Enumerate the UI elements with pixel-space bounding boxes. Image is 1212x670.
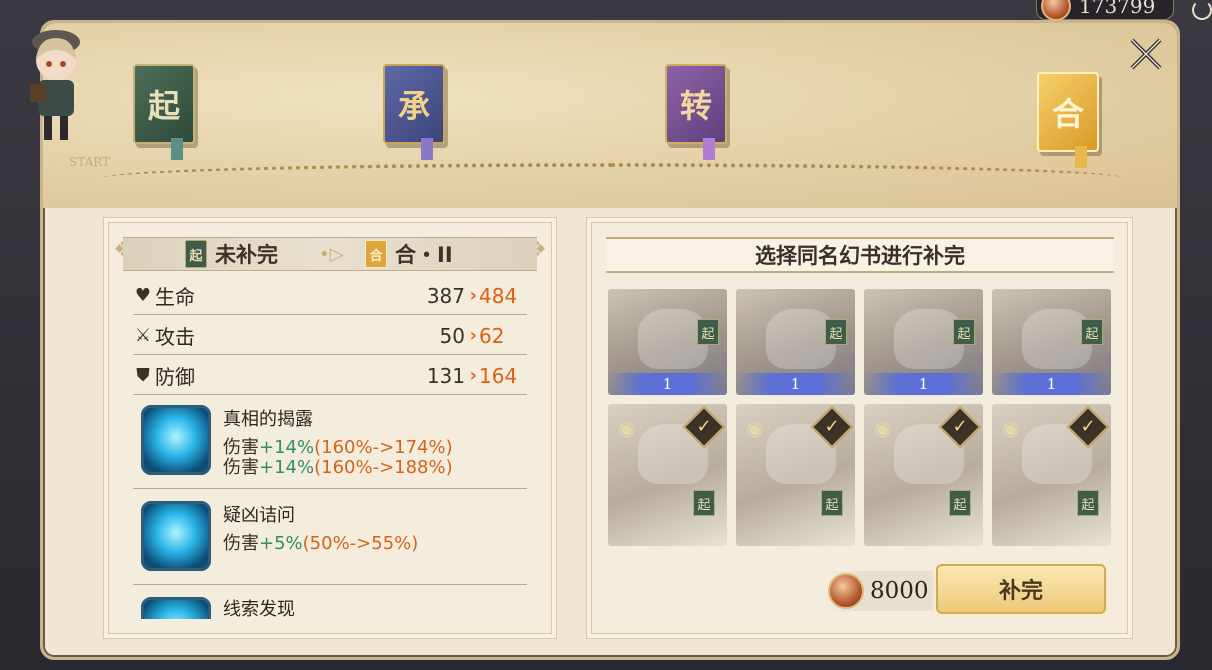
- arrow-right-icon: •▷: [319, 243, 344, 265]
- material-card-selected[interactable]: ◉ ✓ 起: [864, 404, 983, 546]
- card-stage-tag: 起: [821, 490, 843, 516]
- material-card-selected[interactable]: ◉ ✓ 起: [992, 404, 1111, 546]
- skill-row[interactable]: 真相的揭露 伤害+14%(160%->174%) 伤害+14%(160%->18…: [133, 397, 527, 489]
- material-card[interactable]: 起1: [992, 289, 1111, 395]
- stat-old-value: 50: [439, 323, 465, 348]
- chapter-map: START: [43, 23, 1177, 208]
- shield-icon: ⛊: [136, 365, 150, 386]
- chapter-book-qi[interactable]: 起: [133, 64, 195, 160]
- material-card[interactable]: 起1: [608, 289, 727, 395]
- card-stage-tag: 起: [693, 490, 715, 516]
- stat-new-value: 62: [479, 323, 505, 348]
- stage-badge: 起: [185, 240, 207, 268]
- skill-icon: [141, 405, 211, 475]
- current-stage-label: 未补完: [215, 243, 278, 267]
- card-stage-tag: 起: [1077, 490, 1099, 516]
- complete-button-label: 补完: [998, 579, 1043, 604]
- stat-label: 防御: [155, 365, 195, 389]
- card-stage-tag: 起: [953, 319, 975, 345]
- panel-title-text: 选择同名幻书进行补完: [755, 244, 965, 268]
- bookmark-tab: [703, 138, 715, 160]
- cost-amount: 8000: [870, 578, 929, 604]
- skill-icon: [141, 597, 211, 619]
- skill-row[interactable]: 疑凶诘问 伤害+5%(50%->55%): [133, 489, 527, 585]
- stage-badge: 合: [365, 240, 387, 268]
- stat-label: 攻击: [155, 325, 195, 349]
- stat-row-hp: ♥ 生命 387 › 484: [133, 277, 527, 315]
- material-card[interactable]: 起1: [736, 289, 855, 395]
- effect-detail: (50%->55%): [302, 533, 419, 554]
- card-level: 1: [864, 373, 983, 395]
- skill-row[interactable]: 线索发现: [133, 585, 527, 619]
- next-stage-label: 合・II: [395, 243, 453, 267]
- chevron-right-icon: ›: [469, 285, 477, 306]
- stat-new-value: 484: [479, 283, 518, 308]
- stat-label: 生命: [155, 285, 195, 309]
- chapter-label: 起: [147, 87, 180, 125]
- chapter-book-he[interactable]: 合: [1037, 72, 1099, 168]
- map-start-label: START: [69, 155, 111, 169]
- coin-icon: [1041, 0, 1071, 21]
- eye-icon: ◉: [1002, 416, 1020, 440]
- card-level: 1: [608, 373, 727, 395]
- material-card-selected[interactable]: ◉ ✓ 起: [608, 404, 727, 546]
- chapter-book-cheng[interactable]: 承: [383, 64, 445, 160]
- bookmark-tab: [1075, 146, 1087, 168]
- skill-effect-line: 伤害+14%(160%->188%): [223, 453, 453, 479]
- currency-amount: 173799: [1079, 0, 1156, 18]
- card-stage-tag: 起: [1081, 319, 1103, 345]
- skill-name: 真相的揭露: [223, 409, 313, 430]
- card-stage-tag: 起: [949, 490, 971, 516]
- currency-counter: 173799: [1036, 0, 1174, 21]
- pin-icon[interactable]: [1192, 0, 1212, 20]
- eye-icon: ◉: [618, 416, 636, 440]
- stat-old-value: 387: [426, 283, 465, 308]
- stat-old-value: 131: [426, 363, 465, 388]
- effect-bonus: +14%: [259, 457, 315, 478]
- effect-prefix: 伤害: [223, 533, 259, 554]
- card-level: 1: [992, 373, 1111, 395]
- bookmark-tab: [421, 138, 433, 160]
- heart-icon: ♥: [134, 285, 152, 306]
- card-stage-tag: 起: [825, 319, 847, 345]
- cost-display: 8000: [824, 571, 943, 611]
- material-card-selected[interactable]: ◉ ✓ 起: [736, 404, 855, 546]
- skill-name: 疑凶诘问: [223, 505, 295, 526]
- chevron-right-icon: ›: [469, 365, 477, 386]
- chapter-label: 转: [679, 87, 712, 125]
- coin-icon: [828, 573, 864, 609]
- breakthrough-transition: 起 未补完 •▷ 合 合・II: [123, 237, 537, 271]
- chevron-right-icon: ›: [469, 325, 477, 346]
- stat-row-attack: ⚔ 攻击 50 › 62: [133, 317, 527, 355]
- effect-bonus: +5%: [259, 533, 303, 554]
- card-grid: 起1 起1 起1 起1 ◉ ✓ 起 ◉ ✓ 起 ◉ ✓ 起 ◉ ✓ 起: [608, 289, 1114, 546]
- stats-panel: ❖ ❖ 起 未补完 •▷ 合 合・II ♥ 生命 387 › 484 ⚔ 攻击 …: [108, 222, 552, 634]
- card-level: 1: [736, 373, 855, 395]
- panel-title: 选择同名幻书进行补完: [606, 237, 1114, 273]
- current-stage: 起 未补完: [185, 239, 278, 269]
- stat-new-value: 164: [479, 363, 518, 388]
- stat-row-defense: ⛊ 防御 131 › 164: [133, 357, 527, 395]
- map-trail: [103, 163, 1123, 193]
- sword-icon: ⚔: [134, 325, 152, 346]
- effect-detail: (160%->188%): [314, 457, 453, 478]
- chapter-book-zhuan[interactable]: 转: [665, 64, 727, 160]
- material-card[interactable]: 起1: [864, 289, 983, 395]
- skill-name: 线索发现: [223, 599, 295, 619]
- complete-button[interactable]: 补完: [936, 564, 1106, 614]
- material-select-panel: 选择同名幻书进行补完 起1 起1 起1 起1 ◉ ✓ 起 ◉ ✓ 起 ◉ ✓ 起 ◉ ✓ 起 8…: [591, 222, 1128, 634]
- close-icon[interactable]: [1126, 34, 1166, 74]
- skill-icon: [141, 501, 211, 571]
- card-stage-tag: 起: [697, 319, 719, 345]
- character-avatar: [16, 20, 96, 145]
- bookmark-tab: [171, 138, 183, 160]
- chapter-label: 承: [397, 87, 430, 125]
- effect-prefix: 伤害: [223, 457, 259, 478]
- next-stage: 合 合・II: [365, 239, 453, 269]
- eye-icon: ◉: [874, 416, 892, 440]
- eye-icon: ◉: [746, 416, 764, 440]
- skill-effect-line: 伤害+5%(50%->55%): [223, 529, 418, 555]
- chapter-label: 合: [1051, 95, 1084, 133]
